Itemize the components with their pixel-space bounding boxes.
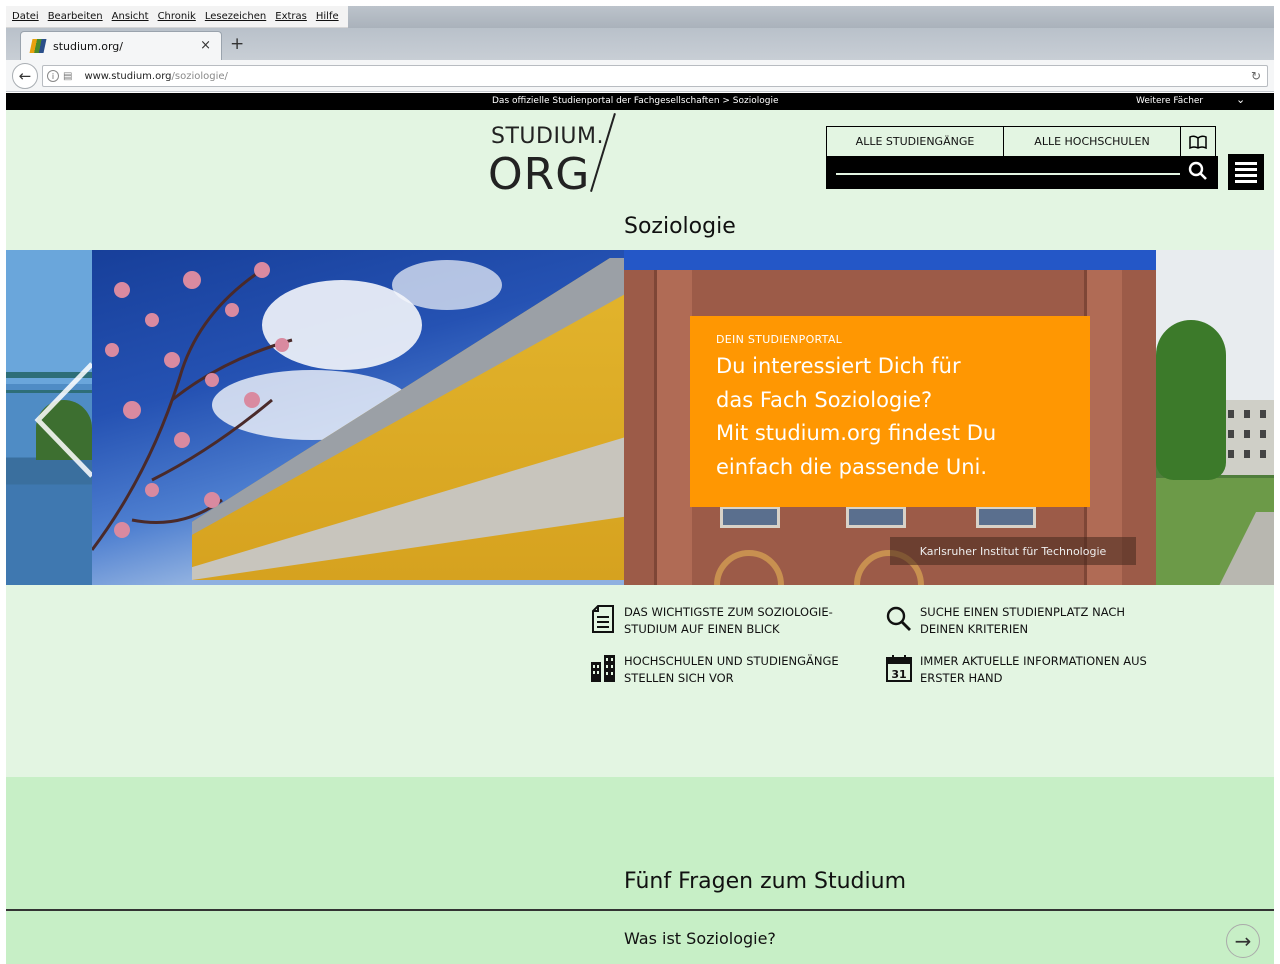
faq-question[interactable]: Was ist Soziologie? [624, 929, 776, 948]
image-caption: Karlsruher Institut für Technologie [890, 537, 1136, 565]
logo-text-bottom: ORG [488, 149, 591, 200]
feature-text: IMMER AKTUELLE INFORMATIONEN AUS ERSTER … [920, 654, 1147, 685]
more-subjects-link[interactable]: Weitere Fächer [1136, 96, 1203, 106]
feature-overview-link[interactable]: DAS WICHTIGSTE ZUM SOZIOLOGIE-STUDIUM AU… [590, 604, 864, 638]
calendar-day: 31 [891, 668, 906, 681]
menu-datei[interactable]: Datei [12, 11, 39, 22]
hero-line: Du interessiert Dich für [716, 354, 961, 378]
address-bar[interactable]: i ▤ www.studium.org/soziologie/ ↻ [42, 65, 1268, 87]
back-button[interactable]: ← [12, 63, 38, 89]
hero-message: Du interessiert Dich für das Fach Soziol… [716, 350, 1064, 484]
website: Das offizielle Studienportal der Fachges… [6, 93, 1274, 964]
hero-line: das Fach Soziologie? [716, 387, 933, 412]
feature-news-link[interactable]: 31 IMMER AKTUELLE INFORMATIONEN AUS ERST… [886, 653, 1160, 687]
title-bar [348, 6, 1274, 28]
logo-text-top: STUDIUM. [491, 124, 605, 149]
calendar-icon: 31 [886, 653, 912, 683]
tracking-shield-icon[interactable]: ▤ [63, 71, 72, 82]
tab-title: studium.org/ [53, 39, 123, 53]
info-icon[interactable]: i [47, 70, 59, 82]
search-icon [886, 604, 912, 634]
url-text: www.studium.org/soziologie/ [84, 71, 227, 82]
arrow-right-icon[interactable]: → [1226, 924, 1260, 958]
nav-all-programs[interactable]: ALLE STUDIENGÄNGE [827, 127, 1004, 156]
book-icon[interactable] [1181, 127, 1215, 156]
search-input[interactable] [836, 173, 1180, 175]
menu-chronik[interactable]: Chronik [158, 11, 196, 22]
menu-bearbeiten[interactable]: Bearbeiten [48, 11, 103, 22]
menu-hilfe[interactable]: Hilfe [316, 11, 339, 22]
url-path: /soziologie/ [171, 70, 228, 82]
chevron-down-icon[interactable]: ⌄ [1236, 93, 1245, 106]
navigation-bar: ← i ▤ www.studium.org/soziologie/ ↻ [6, 60, 1274, 92]
menu-extras[interactable]: Extras [275, 11, 307, 22]
breadcrumb[interactable]: Das offizielle Studienportal der Fachges… [492, 96, 779, 106]
divider [6, 909, 1274, 911]
feature-text: DAS WICHTIGSTE ZUM SOZIOLOGIE-STUDIUM AU… [624, 605, 833, 636]
site-favicon-icon [29, 39, 47, 53]
url-host: www.studium.org [84, 70, 172, 82]
feature-search-link[interactable]: SUCHE EINEN STUDIENPLATZ NACH DEINEN KRI… [886, 604, 1160, 638]
page-title: Soziologie [624, 214, 736, 239]
feature-text: SUCHE EINEN STUDIENPLATZ NACH DEINEN KRI… [920, 605, 1126, 636]
buildings-icon [590, 653, 616, 683]
reload-icon[interactable]: ↻ [1251, 69, 1261, 83]
faq-section: Fünf Fragen zum Studium Was ist Soziolog… [6, 777, 1274, 964]
slider-prev-icon[interactable] [28, 360, 98, 480]
browser-menubar: Datei Bearbeiten Ansicht Chronik Lesezei… [6, 6, 348, 28]
nav-all-universities[interactable]: ALLE HOCHSCHULEN [1004, 127, 1181, 156]
hero-line: einfach die passende Uni. [716, 454, 988, 479]
search-icon[interactable] [1188, 161, 1208, 186]
document-icon [590, 604, 616, 634]
hero-message-box: DEIN STUDIENPORTAL Du interessiert Dich … [690, 316, 1090, 507]
slide-university-building-image [92, 250, 632, 585]
hamburger-menu-icon[interactable] [1228, 154, 1264, 190]
tab-strip: studium.org/ × + [6, 28, 1274, 60]
slide-next-image [1156, 250, 1274, 585]
feature-text: HOCHSCHULEN UND STUDIENGÄNGE STELLEN SIC… [624, 654, 839, 685]
hero-kicker: DEIN STUDIENPORTAL [716, 333, 843, 346]
hero-slider: DEIN STUDIENPORTAL Du interessiert Dich … [6, 250, 1274, 585]
main-nav: ALLE STUDIENGÄNGE ALLE HOCHSCHULEN [826, 126, 1216, 156]
menu-lesezeichen[interactable]: Lesezeichen [205, 11, 266, 22]
hero-line: Mit studium.org findest Du [716, 421, 997, 445]
search-bar[interactable] [826, 156, 1218, 189]
feature-universities-link[interactable]: HOCHSCHULEN UND STUDIENGÄNGE STELLEN SIC… [590, 653, 864, 687]
back-arrow-icon: ← [18, 67, 32, 85]
new-tab-button[interactable]: + [230, 34, 244, 54]
browser-tab[interactable]: studium.org/ × [20, 31, 222, 60]
close-tab-icon[interactable]: × [200, 38, 211, 53]
faq-heading: Fünf Fragen zum Studium [624, 869, 906, 894]
top-info-bar: Das offizielle Studienportal der Fachges… [6, 93, 1274, 110]
menu-ansicht[interactable]: Ansicht [112, 11, 149, 22]
